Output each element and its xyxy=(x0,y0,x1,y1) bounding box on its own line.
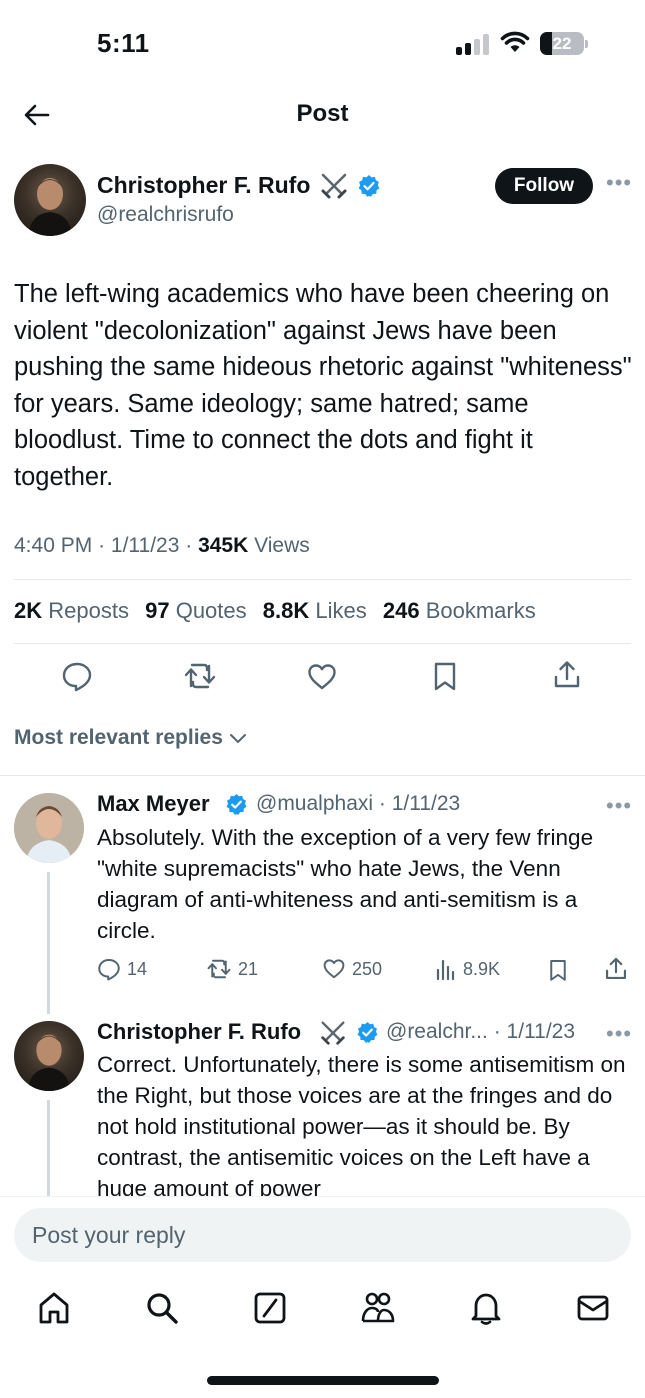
reply-meta: @realchr... · 1/11/23 xyxy=(386,1020,576,1043)
author-avatar[interactable] xyxy=(14,164,86,236)
divider xyxy=(14,643,631,644)
reply-reply-action[interactable]: 14 xyxy=(97,957,147,981)
search-icon[interactable] xyxy=(144,1290,180,1326)
status-time: 5:11 xyxy=(97,28,150,58)
reply-text: Absolutely. With the exception of a very… xyxy=(97,825,594,943)
status-bar: 5:11 22 xyxy=(0,0,645,88)
reply-avatar[interactable] xyxy=(14,793,84,863)
reply-more-options-icon[interactable]: ••• xyxy=(606,793,632,819)
reply-handle[interactable]: @mualphaxi xyxy=(256,792,373,815)
chevron-down-icon xyxy=(229,734,246,744)
reply-bookmark-icon[interactable] xyxy=(546,957,570,983)
bookmark-icon[interactable] xyxy=(429,660,461,692)
battery-percent: 22 xyxy=(552,34,572,53)
reply-text: Correct. Unfortunately, there is some an… xyxy=(97,1052,626,1201)
like-icon[interactable] xyxy=(306,661,338,693)
reply-repost-action[interactable]: 21 xyxy=(206,957,258,981)
reply-input[interactable] xyxy=(14,1208,631,1262)
cellular-signal-icon xyxy=(456,33,492,55)
battery-icon: 22 xyxy=(540,32,588,55)
replies-sort-dropdown[interactable]: Most relevant replies xyxy=(14,726,247,750)
reply-author-name[interactable]: Christopher F. Rufo xyxy=(97,1019,301,1045)
communities-icon[interactable] xyxy=(359,1290,397,1326)
reply-more-options-icon[interactable]: ••• xyxy=(606,1021,632,1047)
post-meta: 4:40 PM · 1/11/23 · 345K Views xyxy=(14,534,310,557)
post-date: 1/11/23 xyxy=(110,534,180,557)
nav-header: Post xyxy=(0,88,645,140)
reply-handle[interactable]: @realchr... xyxy=(386,1020,488,1043)
grok-icon[interactable] xyxy=(252,1290,288,1326)
reply-like-action[interactable]: 250 xyxy=(322,957,382,981)
home-icon[interactable] xyxy=(36,1290,72,1326)
like-icon xyxy=(323,959,345,979)
reply-avatar[interactable] xyxy=(14,1021,84,1091)
likes-stat[interactable]: 8.8K Likes xyxy=(263,598,367,623)
divider xyxy=(0,775,645,776)
reply-icon[interactable] xyxy=(61,660,93,692)
verified-badge-icon xyxy=(226,793,247,815)
reply-date: 1/11/23 xyxy=(391,792,461,815)
page-title: Post xyxy=(296,100,349,127)
repost-icon xyxy=(207,959,231,979)
views-label: Views xyxy=(254,534,310,557)
reply-author-name[interactable]: Max Meyer xyxy=(97,791,210,817)
follow-button[interactable]: Follow xyxy=(495,168,593,204)
reply-date: 1/11/23 xyxy=(506,1020,576,1043)
reposts-stat[interactable]: 2K Reposts xyxy=(14,598,129,623)
thread-line xyxy=(47,1100,50,1196)
crossed-swords-icon xyxy=(321,173,347,199)
thread-line xyxy=(47,872,50,1014)
notifications-bell-icon[interactable] xyxy=(468,1290,504,1326)
more-options-icon[interactable]: ••• xyxy=(606,170,632,196)
crossed-swords-icon xyxy=(321,1021,345,1045)
reply-icon xyxy=(98,959,120,981)
wifi-icon xyxy=(500,31,530,52)
reply-meta: @mualphaxi · 1/11/23 xyxy=(256,792,461,815)
bookmarks-stat[interactable]: 246 Bookmarks xyxy=(383,598,536,623)
verified-badge-icon xyxy=(358,175,380,197)
divider xyxy=(14,579,631,580)
views-count: 345K xyxy=(198,534,249,557)
messages-icon[interactable] xyxy=(575,1290,611,1326)
repost-icon[interactable] xyxy=(183,660,217,692)
reply-share-icon[interactable] xyxy=(603,956,629,982)
views-chart-icon xyxy=(436,959,455,981)
post-text: The left-wing academics who have been ch… xyxy=(14,280,632,491)
post-time: 4:40 PM xyxy=(14,534,93,557)
home-indicator[interactable] xyxy=(207,1376,439,1385)
share-icon[interactable] xyxy=(551,659,583,691)
quotes-stat[interactable]: 97 Quotes xyxy=(145,598,247,623)
reply-views-action[interactable]: 8.9K xyxy=(435,957,500,981)
author-handle[interactable]: @realchrisrufo xyxy=(97,203,234,227)
post-stats: 2K Reposts 97 Quotes 8.8K Likes 246 Book… xyxy=(14,598,546,624)
author-name[interactable]: Christopher F. Rufo xyxy=(97,172,310,199)
verified-badge-icon xyxy=(357,1021,378,1043)
